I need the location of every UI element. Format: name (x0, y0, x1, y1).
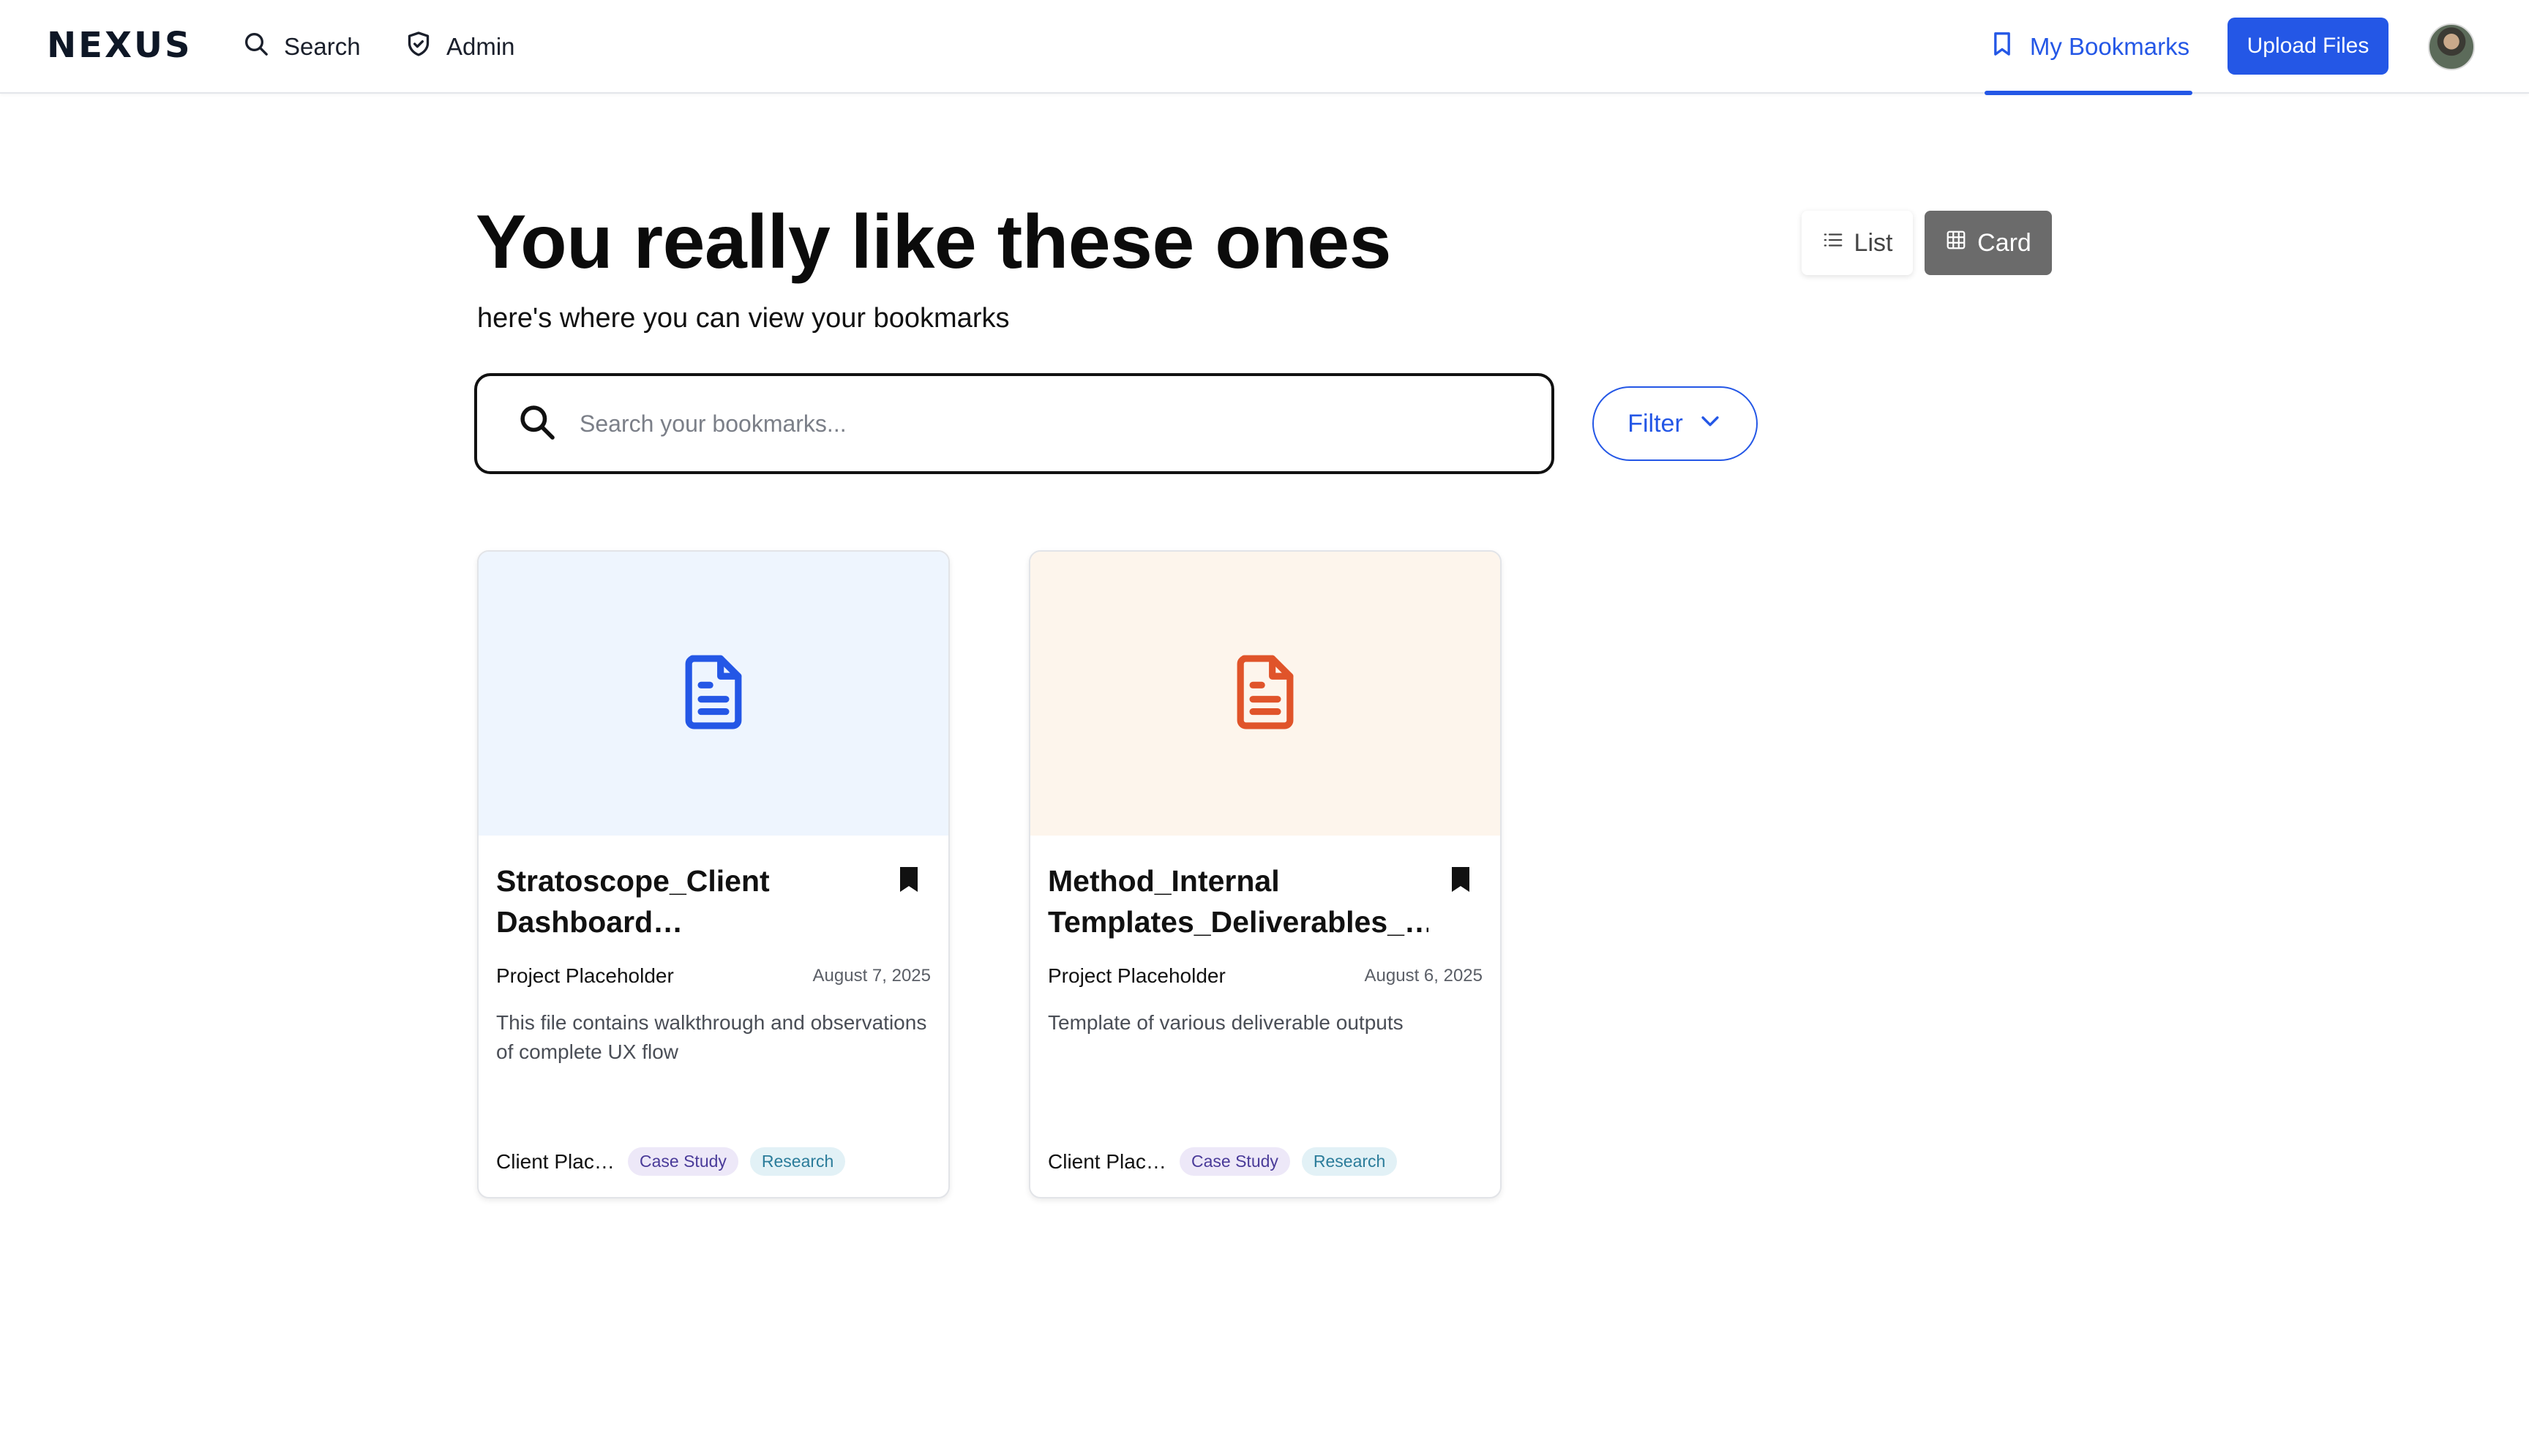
card-thumbnail (479, 552, 948, 836)
card-date: August 7, 2025 (812, 966, 931, 986)
chevron-down-icon (1698, 408, 1723, 440)
card-footer: Client Plac… Case Study Research (496, 1147, 846, 1176)
user-avatar[interactable] (2428, 23, 2475, 70)
nexus-logo[interactable]: NEXUS (47, 25, 192, 66)
filter-dropdown-button[interactable]: Filter (1592, 386, 1758, 461)
page-title: You really like these ones (476, 200, 1391, 285)
search-icon (517, 402, 558, 446)
view-list-button[interactable]: List (1802, 211, 1913, 275)
card-project: Project Placeholder (496, 964, 674, 987)
card-thumbnail (1030, 552, 1500, 836)
card-description: This file contains walkthrough and obser… (496, 1011, 927, 1063)
view-list-label: List (1854, 228, 1893, 257)
filter-label: Filter (1627, 409, 1683, 438)
tag-case-study[interactable]: Case Study (628, 1147, 738, 1176)
bookmark-filled-icon[interactable] (1447, 865, 1474, 894)
bookmark-card[interactable]: Stratoscope_Client Dashboard… Project Pl… (477, 550, 950, 1198)
bookmark-search-input[interactable] (580, 394, 1551, 453)
page-subtitle: here's where you can view your bookmarks (477, 303, 1010, 334)
top-navigation: NEXUS Search Admin My Bookmarks Upload F… (0, 0, 2529, 95)
bookmark-search-box[interactable] (474, 373, 1554, 474)
document-icon (671, 650, 756, 738)
bookmark-filled-icon[interactable] (896, 865, 922, 894)
card-client: Client Plac… (1048, 1149, 1166, 1173)
nav-my-bookmarks-tab[interactable]: My Bookmarks (1985, 0, 2192, 95)
card-client: Client Plac… (496, 1149, 615, 1173)
nav-search-label: Search (284, 33, 361, 60)
bookmark-card[interactable]: Method_Internal Templates_Deliverables_…… (1029, 550, 1502, 1198)
tag-research[interactable]: Research (749, 1147, 846, 1176)
card-date: August 6, 2025 (1364, 966, 1483, 986)
grid-icon (1945, 229, 1967, 258)
nav-search-link[interactable]: Search (241, 29, 361, 64)
card-footer: Client Plac… Case Study Research (1048, 1147, 1398, 1176)
card-title[interactable]: Stratoscope_Client Dashboard… (496, 860, 877, 942)
document-icon (1223, 650, 1308, 738)
list-icon (1822, 229, 1844, 258)
view-card-button[interactable]: Card (1925, 211, 2052, 275)
upload-files-button[interactable]: Upload Files (2228, 18, 2388, 75)
view-card-label: Card (1977, 228, 2031, 257)
search-icon (241, 29, 271, 64)
tag-research[interactable]: Research (1301, 1147, 1398, 1176)
bookmark-outline-icon (1987, 29, 2017, 64)
tag-case-study[interactable]: Case Study (1180, 1147, 1290, 1176)
card-project: Project Placeholder (1048, 964, 1226, 987)
card-title[interactable]: Method_Internal Templates_Deliverables_… (1048, 860, 1428, 942)
nav-admin-label: Admin (446, 33, 515, 60)
card-description: Template of various deliverable outputs (1048, 1011, 1404, 1034)
nav-bookmarks-label: My Bookmarks (2029, 33, 2190, 60)
active-tab-indicator (1985, 91, 2192, 95)
nav-admin-link[interactable]: Admin (404, 29, 515, 64)
shield-check-icon (404, 29, 433, 64)
